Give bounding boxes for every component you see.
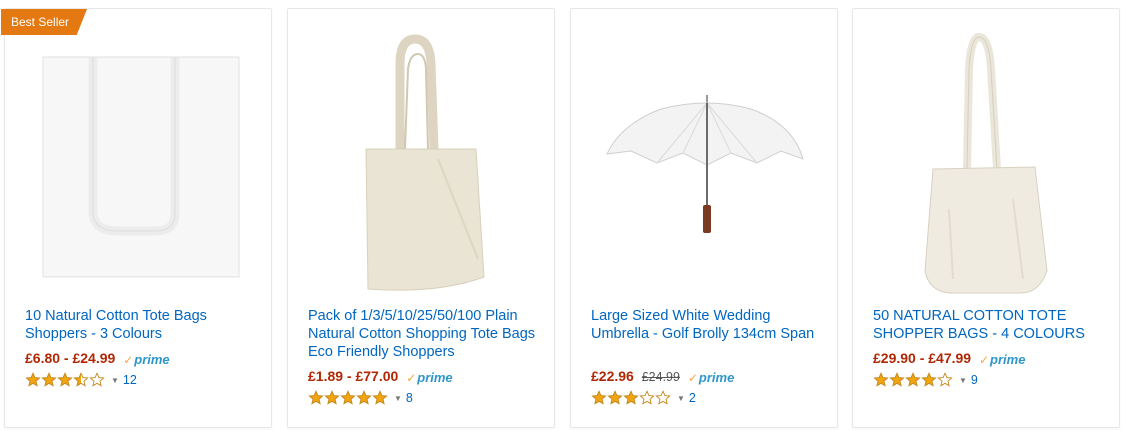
product-price: £22.96 [591, 368, 634, 384]
best-seller-badge: Best Seller [1, 9, 88, 35]
price-row: £29.90 - £47.99 ✓ prime [873, 349, 1025, 369]
price-row: £22.96 £24.99 ✓ prime [591, 367, 734, 387]
product-carousel: Best Seller 10 Natural Cotton Tote Bags … [0, 0, 1126, 431]
rating-row: ▼ 8 [308, 389, 413, 407]
product-title[interactable]: Large Sized White Wedding Umbrella - Gol… [591, 307, 823, 343]
star-rating[interactable] [25, 372, 105, 388]
product-card[interactable]: 50 NATURAL COTTON TOTE SHOPPER BAGS - 4 … [852, 8, 1120, 428]
chevron-down-icon[interactable]: ▼ [111, 376, 119, 385]
product-title[interactable]: Pack of 1/3/5/10/25/50/100 Plain Natural… [308, 307, 540, 361]
star-icon [905, 372, 921, 387]
prime-check-icon: ✓ [978, 353, 990, 367]
star-icon [372, 390, 388, 405]
star-icon [873, 372, 889, 387]
star-icon [89, 372, 105, 387]
chevron-down-icon[interactable]: ▼ [394, 394, 402, 403]
star-icon [889, 372, 905, 387]
prime-badge: ✓ prime [978, 352, 1026, 367]
star-icon [639, 390, 655, 405]
product-image[interactable] [5, 9, 271, 304]
star-icon [25, 372, 41, 387]
prime-check-icon: ✓ [406, 371, 417, 385]
prime-badge: ✓ prime [687, 370, 735, 385]
review-count[interactable]: 9 [971, 373, 978, 387]
review-count[interactable]: 8 [406, 391, 413, 405]
prime-badge: ✓ prime [406, 370, 453, 385]
chevron-down-icon[interactable]: ▼ [677, 394, 685, 403]
product-title[interactable]: 50 NATURAL COTTON TOTE SHOPPER BAGS - 4 … [873, 307, 1105, 343]
star-icon [41, 372, 57, 387]
price-row: £6.80 - £24.99 ✓ prime [25, 349, 170, 369]
product-price: £29.90 - £47.99 [873, 350, 972, 366]
review-count[interactable]: 2 [689, 391, 696, 405]
star-icon [324, 390, 340, 405]
rating-row: ▼ 12 [25, 371, 137, 389]
product-card[interactable]: Large Sized White Wedding Umbrella - Gol… [570, 8, 838, 428]
price-row: £1.89 - £77.00 ✓ prime [308, 367, 453, 387]
prime-check-icon: ✓ [687, 371, 698, 385]
list-price: £24.99 [641, 370, 680, 384]
star-icon [937, 372, 953, 387]
product-card[interactable]: Pack of 1/3/5/10/25/50/100 Plain Natural… [287, 8, 555, 428]
star-icon [340, 390, 356, 405]
product-image[interactable] [571, 9, 837, 304]
star-icon [57, 372, 73, 387]
prime-check-icon: ✓ [123, 353, 134, 367]
star-icon [607, 390, 623, 405]
product-title[interactable]: 10 Natural Cotton Tote Bags Shoppers - 3… [25, 307, 257, 343]
star-rating[interactable] [873, 372, 953, 388]
star-rating[interactable] [591, 390, 671, 406]
rating-row: ▼ 2 [591, 389, 696, 407]
star-icon [921, 372, 937, 387]
chevron-down-icon[interactable]: ▼ [959, 376, 967, 385]
rating-row: ▼ 9 [873, 371, 978, 389]
prime-badge: ✓ prime [123, 352, 170, 367]
star-rating[interactable] [308, 390, 388, 406]
star-icon [655, 390, 671, 405]
product-price: £1.89 - £77.00 [308, 368, 399, 384]
product-card[interactable]: Best Seller 10 Natural Cotton Tote Bags … [1, 8, 272, 428]
star-icon [73, 372, 89, 387]
star-icon [308, 390, 324, 405]
product-price: £6.80 - £24.99 [25, 350, 116, 366]
star-icon [623, 390, 639, 405]
product-image[interactable] [853, 9, 1119, 304]
product-image[interactable] [288, 9, 554, 304]
star-icon [356, 390, 372, 405]
star-icon [591, 390, 607, 405]
review-count[interactable]: 12 [123, 373, 137, 387]
